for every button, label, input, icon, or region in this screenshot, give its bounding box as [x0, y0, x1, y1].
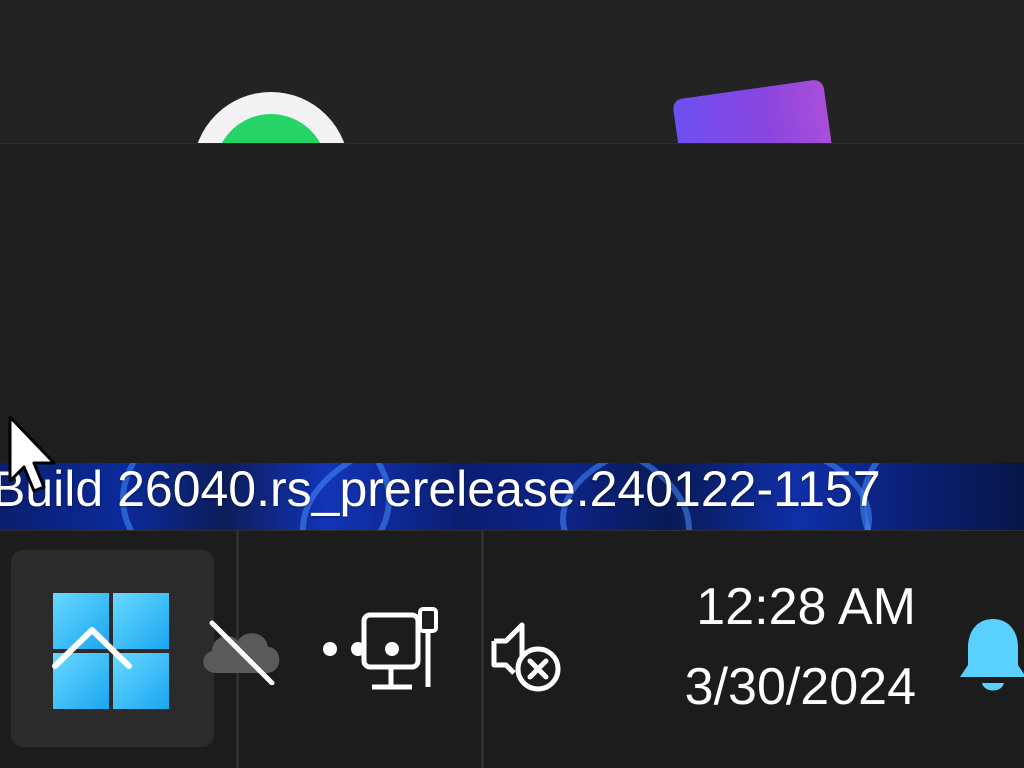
purple-app-icon[interactable]	[672, 78, 834, 143]
taskbar: 12:28 AM 3/30/2024	[0, 530, 1024, 768]
taskbar-divider	[481, 531, 484, 768]
clock-time[interactable]: 12:28 AM	[696, 577, 916, 637]
bell-icon[interactable]	[958, 615, 1024, 695]
clock-date[interactable]: 3/30/2024	[685, 657, 916, 717]
pinned-apps-strip	[0, 0, 1024, 143]
whatsapp-icon[interactable]	[193, 92, 349, 143]
chevron-up-icon[interactable]	[51, 622, 133, 672]
onedrive-off-icon[interactable]	[196, 615, 286, 685]
whatsapp-icon-inner	[215, 114, 327, 143]
start-button[interactable]	[11, 550, 214, 747]
wallpaper-swirl	[860, 463, 1024, 530]
build-watermark: Build 26040.rs_prerelease.240122-1157	[0, 461, 881, 517]
volume-muted-icon[interactable]	[488, 617, 568, 697]
mouse-cursor-icon	[8, 415, 56, 493]
ethernet-disconnected-icon[interactable]	[316, 605, 446, 695]
desktop-screen: Build 26040.rs_prerelease.240122-1157 12…	[0, 0, 1024, 768]
flyout-panel	[0, 143, 1024, 464]
